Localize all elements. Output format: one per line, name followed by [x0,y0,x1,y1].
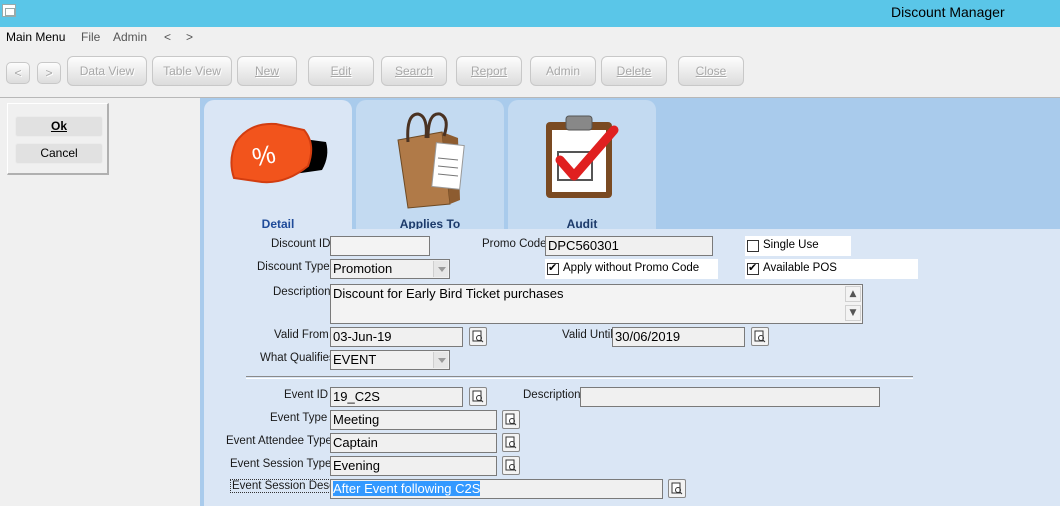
available-pos-label: Available POS [763,262,837,274]
data-view-button[interactable]: Data View [67,56,147,86]
scroll-down-icon[interactable]: ▼ [845,305,861,321]
event-attendee-type-label: Event Attendee Type [226,435,332,447]
valid-until-calendar-button[interactable] [751,327,769,346]
window-icon[interactable] [2,4,16,17]
event-session-desc-lookup-button[interactable] [668,479,686,498]
event-id-lookup-button[interactable] [469,387,487,406]
detail-form: Discount ID Promo Code DPC560301 Single … [204,229,1060,506]
event-id-field[interactable]: 19_C2S [330,387,463,407]
report-button[interactable]: Report [456,56,522,86]
lookup-icon [754,330,766,343]
tab-applies-to[interactable]: Applies To [356,100,504,231]
description-label: Description [273,286,331,298]
ok-button[interactable]: Ok [15,116,103,137]
section-divider [246,376,913,379]
scroll-up-icon[interactable]: ▲ [845,286,861,302]
valid-from-field[interactable]: 03-Jun-19 [330,327,463,347]
shopping-bag-icon [397,112,465,209]
lookup-icon [671,482,683,495]
single-use-checkbox[interactable]: Single Use [745,236,851,256]
available-pos-check[interactable] [747,261,759,275]
lookup-icon [505,459,517,472]
menu-back[interactable]: < [164,30,171,44]
chevron-down-icon[interactable] [433,352,448,368]
discount-id-label: Discount ID [271,238,331,250]
valid-from-label: Valid From [274,329,329,341]
menu-main-menu[interactable]: Main Menu [6,30,65,44]
lookup-icon [472,390,484,403]
tab-detail[interactable]: % Detail [204,100,352,231]
menu-forward[interactable]: > [186,30,193,44]
what-qualifies-select[interactable]: EVENT [330,350,450,370]
left-panel: Ok Cancel [0,98,200,506]
event-type-lookup-button[interactable] [502,410,520,429]
promo-code-field[interactable]: DPC560301 [545,236,713,256]
what-qualifies-value: EVENT [333,352,377,367]
menu-admin[interactable]: Admin [113,30,147,44]
window-title: Discount Manager [891,4,1005,20]
promo-code-label: Promo Code [482,238,547,250]
event-session-type-label: Event Session Type [230,458,332,470]
description-value: Discount for Early Bird Ticket purchases [333,286,564,301]
event-description-label: Description [523,389,581,401]
event-session-type-field[interactable]: Evening [330,456,497,476]
event-type-label: Event Type [270,412,328,424]
main-content: % Detail Applies To Audit Discount ID Pr… [200,98,1060,506]
new-button[interactable]: New [237,56,297,86]
valid-until-field[interactable]: 30/06/2019 [612,327,745,347]
lookup-icon [472,330,484,343]
title-bar: Discount Manager [0,0,1060,27]
description-textarea[interactable]: Discount for Early Bird Ticket purchases… [330,284,863,324]
clipboard-check-icon [546,115,619,198]
apply-without-promo-check[interactable] [547,261,559,275]
table-view-button[interactable]: Table View [152,56,232,86]
menu-file[interactable]: File [81,30,100,44]
menu-bar: Main Menu File Admin < > [0,27,1060,47]
event-type-field[interactable]: Meeting [330,410,497,430]
event-description-field[interactable] [580,387,880,407]
what-qualifies-label: What Qualifies [260,352,335,364]
event-session-desc-value: After Event following C2S [333,481,481,496]
lookup-icon [505,436,517,449]
tab-audit[interactable]: Audit [508,100,656,231]
available-pos-checkbox[interactable]: Available POS [745,259,918,279]
toolbar: < > Data View Table View New Edit Search… [0,47,1060,98]
admin-button[interactable]: Admin [530,56,596,86]
event-attendee-type-field[interactable]: Captain [330,433,497,453]
edit-button[interactable]: Edit [308,56,374,86]
close-button[interactable]: Close [678,56,744,86]
apply-without-promo-label: Apply without Promo Code [563,262,700,274]
action-box: Ok Cancel [7,103,109,175]
prev-record-button[interactable]: < [6,62,30,84]
lookup-icon [505,413,517,426]
chevron-down-icon[interactable] [433,261,448,277]
apply-without-promo-checkbox[interactable]: Apply without Promo Code [545,259,718,279]
single-use-label: Single Use [763,239,819,251]
discount-id-field[interactable] [330,236,430,256]
event-attendee-type-lookup-button[interactable] [502,433,520,452]
percent-ticket-icon: % [230,122,328,184]
discount-type-label: Discount Type [257,261,330,273]
search-button[interactable]: Search [381,56,447,86]
next-record-button[interactable]: > [37,62,61,84]
event-session-type-lookup-button[interactable] [502,456,520,475]
discount-type-select[interactable]: Promotion [330,259,450,279]
event-id-label: Event ID [284,389,329,401]
cancel-button[interactable]: Cancel [15,143,103,164]
event-session-desc-field[interactable]: After Event following C2S [330,479,663,499]
valid-until-label: Valid Until [562,329,613,341]
valid-from-calendar-button[interactable] [469,327,487,346]
single-use-check[interactable] [747,240,759,252]
discount-type-value: Promotion [333,261,393,276]
event-session-desc-label: Event Session Desc [230,479,337,493]
delete-button[interactable]: Delete [601,56,667,86]
